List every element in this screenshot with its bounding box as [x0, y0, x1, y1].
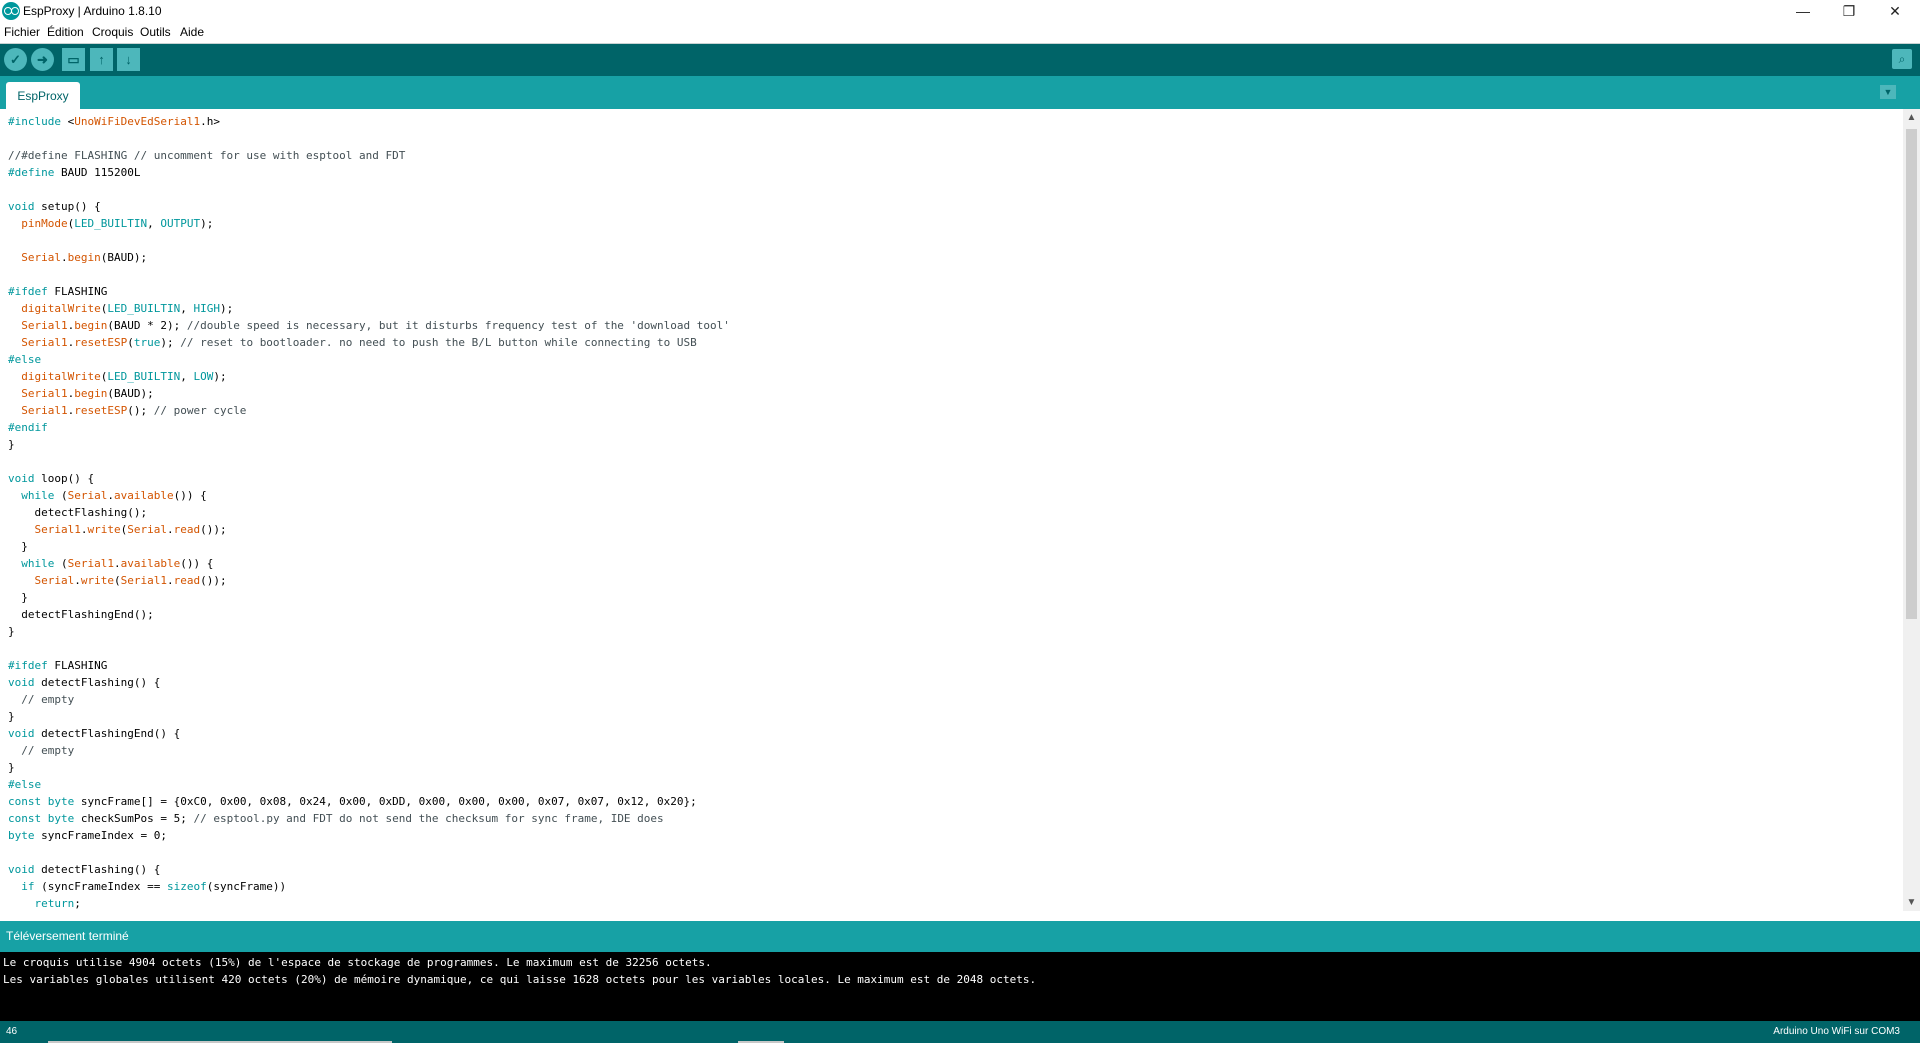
toolbar: ✓ ➜ ▭ ↑ ↓ ⌕ — [0, 43, 1920, 76]
code-line: // empty — [21, 693, 75, 706]
tab-menu-button[interactable]: ▼ — [1880, 85, 1896, 99]
code-line: } — [8, 438, 15, 451]
code-line: void detectFlashingEnd() { — [8, 727, 181, 740]
code-line: #include <UnoWiFiDevEdSerial1.h> — [8, 115, 220, 128]
scroll-up-arrow-icon[interactable]: ▲ — [1903, 109, 1920, 126]
line-number: 46 — [6, 1026, 18, 1037]
code-line: while (Serial.available()) { — [21, 489, 207, 502]
code-line: #ifdef FLASHING — [8, 659, 108, 672]
code-line: #ifdef FLASHING — [8, 285, 108, 298]
code-line: if (syncFrameIndex == sizeof(syncFrame)) — [21, 880, 287, 893]
code-line: detectFlashing(); — [8, 506, 148, 519]
code-text: #include <UnoWiFiDevEdSerial1.h> //#defi… — [8, 113, 730, 911]
minimize-button[interactable]: — — [1780, 0, 1826, 22]
tab-espproxy[interactable]: EspProxy — [6, 82, 80, 109]
code-line: //#define FLASHING // uncomment for use … — [8, 149, 406, 162]
code-line: #else — [8, 778, 42, 791]
footer-bar: 46 Arduino Uno WiFi sur COM3 — [0, 1021, 1920, 1043]
code-line: pinMode(LED_BUILTIN, OUTPUT); — [21, 217, 214, 230]
upload-button[interactable]: ➜ — [31, 48, 54, 71]
chevron-down-icon: ▼ — [1883, 87, 1893, 97]
menu-aide[interactable]: Aide — [180, 25, 204, 39]
code-line: Serial1.resetESP(); // power cycle — [21, 404, 247, 417]
code-line: } — [8, 591, 28, 604]
code-line: #else — [8, 353, 42, 366]
save-sketch-button[interactable]: ↓ — [117, 48, 140, 71]
new-file-icon: ▭ — [67, 51, 80, 67]
arduino-logo-icon — [2, 2, 20, 20]
new-sketch-button[interactable]: ▭ — [62, 48, 85, 71]
open-sketch-button[interactable]: ↑ — [90, 48, 113, 71]
code-line: Serial1.resetESP(true); // reset to boot… — [21, 336, 697, 349]
code-line: Serial1.begin(BAUD * 2); //double speed … — [21, 319, 730, 332]
board-info: Arduino Uno WiFi sur COM3 — [1773, 1026, 1900, 1037]
code-line: #endif — [8, 421, 48, 434]
vertical-scrollbar[interactable]: ▲ ▼ — [1903, 109, 1920, 911]
menu-outils[interactable]: Outils — [140, 25, 171, 39]
code-line: const byte checkSumPos = 5; // esptool.p… — [8, 812, 664, 825]
console-output[interactable]: Le croquis utilise 4904 octets (15%) de … — [0, 952, 1920, 1021]
checkmark-icon: ✓ — [10, 51, 21, 67]
menu-edition[interactable]: Édition — [47, 25, 84, 39]
code-line: detectFlashingEnd(); — [8, 608, 154, 621]
code-line: } — [8, 710, 15, 723]
code-line: } — [8, 761, 15, 774]
scroll-down-arrow-icon[interactable]: ▼ — [1903, 894, 1920, 911]
title-bar: EspProxy | Arduino 1.8.10 — ❐ ✕ — [0, 0, 1920, 22]
arrow-up-icon: ↑ — [98, 52, 105, 67]
code-line: Serial.write(Serial1.read()); — [34, 574, 227, 587]
code-line: } — [8, 625, 15, 638]
window-title: EspProxy | Arduino 1.8.10 — [23, 4, 162, 18]
code-line: void loop() { — [8, 472, 95, 485]
arrow-down-icon: ↓ — [125, 52, 132, 67]
code-line: while (Serial1.available()) { — [21, 557, 214, 570]
code-line: Serial1.write(Serial.read()); — [34, 523, 227, 536]
code-line: byte syncFrameIndex = 0; — [8, 829, 167, 842]
code-line: digitalWrite(LED_BUILTIN, LOW); — [21, 370, 227, 383]
code-line: void detectFlashing() { — [8, 676, 161, 689]
magnifier-icon: ⌕ — [1898, 51, 1906, 66]
code-editor[interactable]: #include <UnoWiFiDevEdSerial1.h> //#defi… — [0, 109, 1903, 911]
status-message: Téléversement terminé — [6, 929, 129, 943]
code-line: // empty — [21, 744, 75, 757]
code-line: void detectFlashing() { — [8, 863, 161, 876]
close-button[interactable]: ✕ — [1872, 0, 1918, 22]
arrow-right-icon: ➜ — [37, 51, 48, 67]
code-line: Serial1.begin(BAUD); — [21, 387, 154, 400]
console-line: Les variables globales utilisent 420 oct… — [3, 973, 1037, 986]
code-line: #define BAUD 115200L — [8, 166, 141, 179]
code-line: void setup() { — [8, 200, 101, 213]
restore-button[interactable]: ❐ — [1826, 0, 1872, 22]
menu-fichier[interactable]: Fichier — [4, 25, 40, 39]
code-line: digitalWrite(LED_BUILTIN, HIGH); — [21, 302, 234, 315]
tab-bar: EspProxy ▼ — [0, 76, 1920, 109]
code-line: } — [8, 540, 28, 553]
console-line: Le croquis utilise 4904 octets (15%) de … — [3, 956, 712, 969]
code-line: Serial.begin(BAUD); — [21, 251, 148, 264]
serial-monitor-button[interactable]: ⌕ — [1892, 49, 1912, 69]
code-line: const byte syncFrame[] = {0xC0, 0x00, 0x… — [8, 795, 697, 808]
status-bar: Téléversement terminé — [0, 917, 1920, 952]
scrollbar-thumb[interactable] — [1906, 129, 1917, 619]
menu-bar: Fichier Édition Croquis Outils Aide — [0, 22, 1920, 42]
menu-croquis[interactable]: Croquis — [92, 25, 133, 39]
verify-button[interactable]: ✓ — [4, 48, 27, 71]
code-line: return; — [34, 897, 81, 910]
